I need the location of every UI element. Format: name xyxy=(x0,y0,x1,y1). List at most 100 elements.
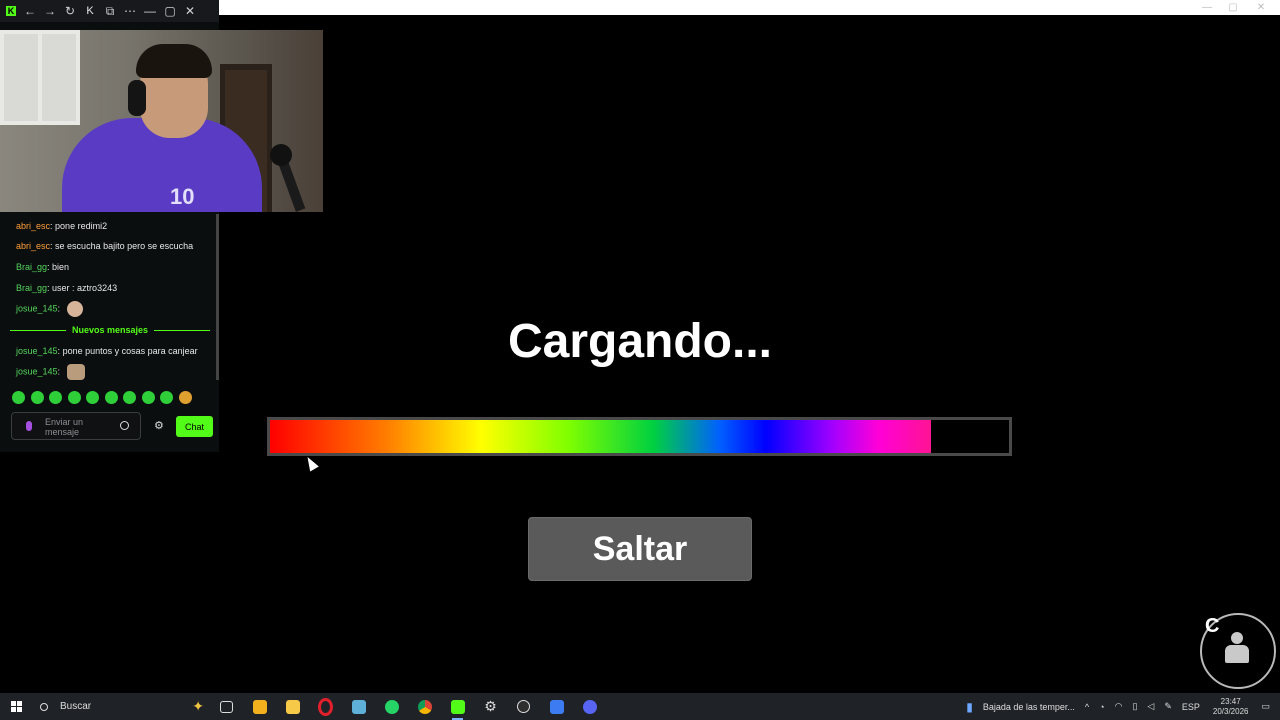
chat-text: se escucha bajito pero se escucha xyxy=(55,241,194,251)
chat-message: abri_esc: pone redimi2 xyxy=(16,221,108,231)
emote-icon[interactable] xyxy=(30,391,44,404)
pen-icon[interactable]: ✎ xyxy=(1164,701,1172,712)
chat-settings-gear-icon[interactable]: ⚙ xyxy=(154,419,164,432)
video-window xyxy=(0,30,80,125)
chat-message: josue_145: xyxy=(16,364,85,380)
taskbar-clock[interactable]: 23:47 20/3/2026 xyxy=(1213,697,1249,717)
chat-message: abri_esc: se escucha bajito pero se escu… xyxy=(16,241,194,251)
window-title: K xyxy=(86,5,94,17)
chat-message: josue_145: xyxy=(16,301,83,317)
emote-icon[interactable] xyxy=(86,391,99,404)
more-options-icon[interactable]: ⋯ xyxy=(120,0,140,22)
forward-arrow-icon[interactable]: → xyxy=(40,0,60,22)
discord-icon[interactable] xyxy=(573,693,606,720)
store-icon[interactable] xyxy=(243,693,276,720)
wifi-icon[interactable]: ◠ xyxy=(1115,701,1123,712)
chat-input-placeholder: Enviar un mensaje xyxy=(45,417,84,437)
search-placeholder: Buscar xyxy=(60,701,92,712)
network-icon[interactable]: ◔ xyxy=(1099,702,1104,712)
chat-scrollbar[interactable] xyxy=(216,214,219,380)
chat-username[interactable]: josue_145 xyxy=(16,366,58,376)
emote-icon[interactable] xyxy=(49,391,62,404)
emote-cat-icon xyxy=(66,364,85,380)
chrome-icon[interactable] xyxy=(408,693,441,720)
start-button[interactable] xyxy=(0,693,32,720)
emote-icon[interactable] xyxy=(160,391,173,404)
figure-body xyxy=(1225,645,1249,663)
chat-text: pone redimi2 xyxy=(55,221,108,231)
chat-input[interactable]: Enviar un mensaje xyxy=(11,412,141,440)
divider-line xyxy=(10,329,66,331)
character-figure-icon xyxy=(1222,632,1252,668)
emoji-picker-icon[interactable] xyxy=(120,421,129,430)
video-headphone xyxy=(128,80,146,116)
task-view-icon[interactable] xyxy=(210,693,243,720)
chat-username[interactable]: josue_145 xyxy=(16,346,58,356)
loading-title: Cargando... xyxy=(507,315,773,368)
emote-icon[interactable] xyxy=(178,391,192,404)
reload-icon[interactable]: ↻ xyxy=(60,0,80,22)
skip-button[interactable]: Saltar xyxy=(528,517,752,581)
chat-message: Brai_gg: bien xyxy=(16,262,70,272)
emote-icon[interactable] xyxy=(67,391,81,404)
jersey-number: 10 xyxy=(170,184,195,209)
roblox-icon[interactable] xyxy=(540,693,573,720)
popout-icon[interactable]: ⧉ xyxy=(100,0,120,22)
stream-video[interactable]: 10 xyxy=(0,30,323,212)
settings-icon[interactable]: ⚙ xyxy=(474,693,507,720)
new-messages-label: Nuevos mensajes xyxy=(71,325,149,335)
chat-username[interactable]: josue_145 xyxy=(16,303,58,313)
chat-username[interactable]: abri_esc xyxy=(16,221,50,231)
kick-logo-icon: K xyxy=(6,6,16,16)
notification-icon[interactable]: ▭ xyxy=(1261,701,1270,712)
maximize-button[interactable]: ▢ xyxy=(160,0,180,22)
emote-icon[interactable] xyxy=(123,391,136,404)
chat-message: josue_145: pone puntos y cosas para canj… xyxy=(16,346,198,356)
taskbar-search[interactable]: Buscar ✦ xyxy=(32,693,210,720)
figure-head xyxy=(1231,632,1243,644)
kick-titlebar: K ← → ↻ K ⧉ ⋯ — ▢ ✕ xyxy=(0,0,219,22)
clock-app-icon[interactable] xyxy=(507,693,540,720)
ghost-maximize-icon: ▢ xyxy=(1228,1,1238,13)
search-icon xyxy=(40,702,48,711)
back-arrow-icon[interactable]: ← xyxy=(20,0,40,22)
new-messages-divider: Nuevos mensajes xyxy=(10,324,211,336)
whatsapp-icon[interactable] xyxy=(375,693,408,720)
file-explorer-icon[interactable] xyxy=(276,693,309,720)
chevron-up-icon[interactable]: ^ xyxy=(1085,702,1089,712)
language-indicator[interactable]: ESP xyxy=(1182,702,1200,712)
chat-message: Brai_gg: user : aztro3243 xyxy=(16,283,118,293)
chat-text: user : aztro3243 xyxy=(52,283,118,293)
chat-username[interactable]: Brai_gg xyxy=(16,262,47,272)
weather-thermometer-icon[interactable]: ▮ xyxy=(966,700,973,714)
clock-date: 20/3/2026 xyxy=(1212,706,1249,716)
video-person-hair xyxy=(136,44,212,78)
minimize-button[interactable]: — xyxy=(140,0,160,22)
chat-send-button[interactable]: Chat xyxy=(176,416,213,437)
system-tray: ▮ Bajada de las temper... ^ ◔ ◠ ▯ ◁ ✎ ES… xyxy=(961,693,1280,720)
emote-icon[interactable] xyxy=(141,391,155,404)
weather-text[interactable]: Bajada de las temper... xyxy=(983,702,1075,712)
microphone-icon[interactable] xyxy=(26,421,32,431)
divider-line xyxy=(154,329,211,331)
windows-logo-icon xyxy=(10,701,22,712)
loading-progress-fill xyxy=(270,420,932,453)
opera-icon[interactable] xyxy=(309,693,342,720)
microphone-tray-icon[interactable]: ▯ xyxy=(1132,701,1137,712)
chat-text: bien xyxy=(52,262,70,272)
emote-icon[interactable] xyxy=(12,391,25,404)
clock-time: 23:47 xyxy=(1220,696,1241,706)
notepad-icon[interactable] xyxy=(342,693,375,720)
close-button[interactable]: ✕ xyxy=(180,0,200,22)
emote-bar xyxy=(12,391,197,404)
kick-icon[interactable] xyxy=(441,693,474,720)
emote-icon[interactable] xyxy=(104,391,118,404)
mouse-cursor xyxy=(303,454,319,472)
chat-username[interactable]: Brai_gg xyxy=(16,283,47,293)
chat-text: pone puntos y cosas para canjear xyxy=(62,346,198,356)
volume-icon[interactable]: ◁ xyxy=(1147,701,1154,712)
ghost-close-icon: ✕ xyxy=(1256,1,1266,13)
chat-username[interactable]: abri_esc xyxy=(16,241,50,251)
loading-progress-bar xyxy=(267,417,1012,456)
copilot-sparkle-icon[interactable]: ✦ xyxy=(192,698,204,715)
